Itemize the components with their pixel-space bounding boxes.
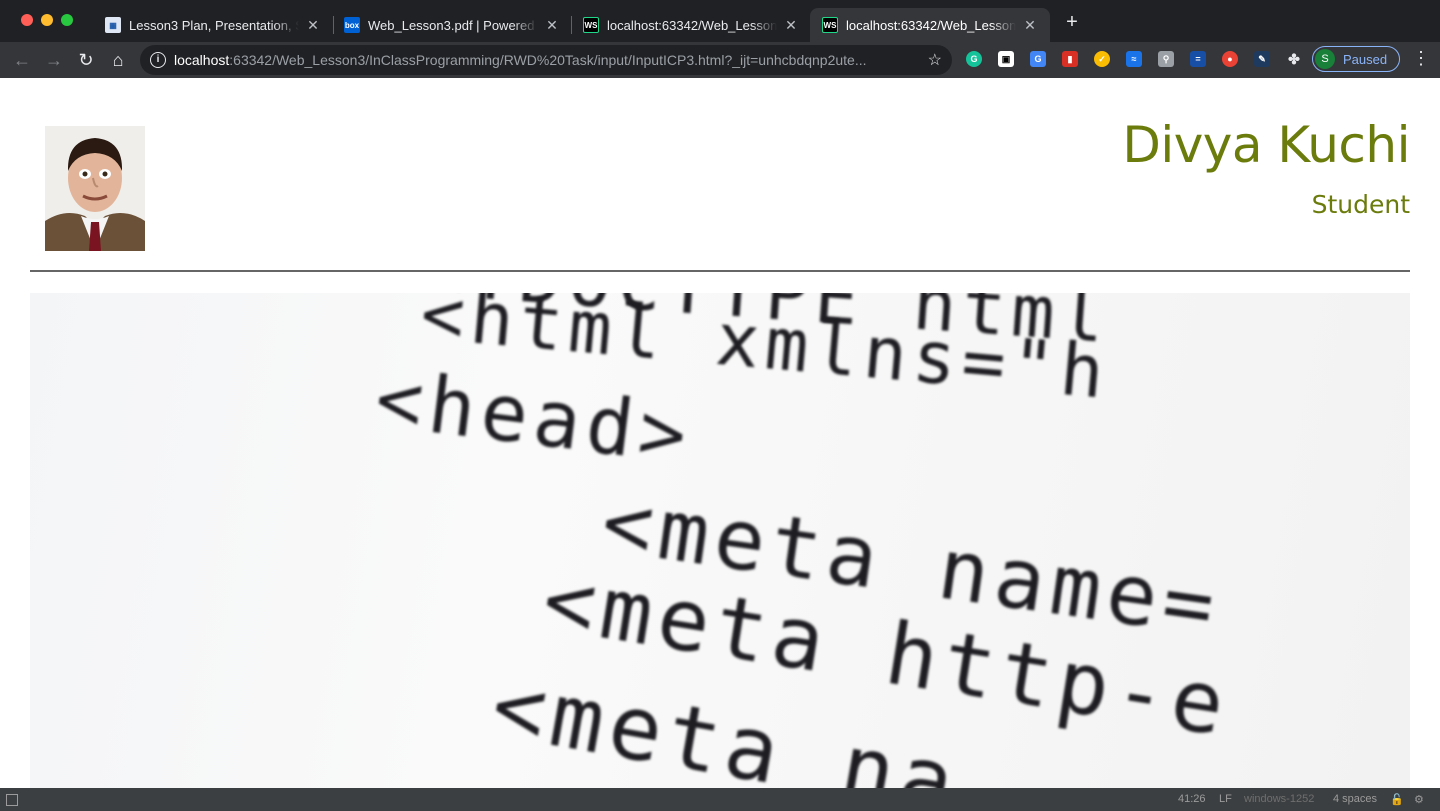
puzzle-tool-icon[interactable]: ⚲ — [1158, 51, 1174, 67]
page-viewport: Divya Kuchi Student <!DOCTYPE html <html… — [0, 78, 1440, 788]
indent-setting[interactable]: 4 spaces — [1333, 793, 1377, 805]
webstorm-icon: WS — [583, 17, 599, 33]
profile-button[interactable]: S Paused — [1312, 46, 1400, 72]
close-tab-icon[interactable]: ✕ — [783, 17, 799, 34]
url-text[interactable]: localhost:63342/Web_Lesson3/InClassProgr… — [174, 52, 914, 68]
header-divider — [30, 270, 1410, 272]
home-icon[interactable]: ⌂ — [106, 48, 130, 72]
url-path: :63342/Web_Lesson3/InClassProgramming/RW… — [229, 52, 867, 68]
bookmark-extension-icon[interactable]: ▮ — [1062, 51, 1078, 67]
browser-menu-icon[interactable]: ⋮ — [1412, 48, 1430, 69]
tab-title: Lesson3 Plan, Presentation, So — [129, 17, 299, 33]
caret-position[interactable]: 41:26 — [1178, 793, 1206, 805]
minimize-window-button[interactable] — [41, 14, 53, 26]
close-tab-icon[interactable]: ✕ — [1022, 17, 1038, 34]
google-translate-icon[interactable]: G — [1030, 51, 1046, 67]
student-name-heading: Divya Kuchi — [1122, 116, 1410, 174]
file-encoding[interactable]: windows-1252 — [1244, 793, 1314, 805]
waves-extension-icon[interactable]: ≈ — [1126, 51, 1142, 67]
close-tab-icon[interactable]: ✕ — [305, 17, 321, 34]
lock-icon[interactable]: 🔓 — [1390, 793, 1404, 806]
tab-title: localhost:63342/Web_LessonS — [846, 17, 1016, 33]
student-role: Student — [1311, 190, 1410, 219]
umkc-icon: ▦ — [105, 17, 121, 33]
close-tab-icon[interactable]: ✕ — [544, 17, 560, 34]
tab-web-lesson3-pdf[interactable]: box Web_Lesson3.pdf | Powered by ✕ — [332, 8, 572, 42]
panel-toggle-icon[interactable] — [6, 794, 18, 806]
avatar: S — [1315, 49, 1335, 69]
close-window-button[interactable] — [21, 14, 33, 26]
draw-extension-icon[interactable]: ✎ — [1254, 51, 1270, 67]
site-info-icon[interactable]: i — [150, 52, 166, 68]
back-icon[interactable]: ← — [10, 48, 34, 72]
webstorm-icon: WS — [822, 17, 838, 33]
browser-tab-bar: ▦ Lesson3 Plan, Presentation, So ✕ box W… — [0, 0, 1440, 42]
record-extension-icon[interactable]: ● — [1222, 51, 1238, 67]
profile-photo — [45, 126, 145, 251]
tab-title: localhost:63342/Web_Lesson3 — [607, 17, 777, 33]
profile-status: Paused — [1343, 51, 1388, 67]
new-tab-button[interactable]: + — [1062, 12, 1082, 32]
tab-lesson3-plan[interactable]: ▦ Lesson3 Plan, Presentation, So ✕ — [93, 8, 333, 42]
maximize-window-button[interactable] — [61, 14, 73, 26]
tab-localhost-1[interactable]: WS localhost:63342/Web_Lesson3 ✕ — [571, 8, 811, 42]
box-icon: box — [344, 17, 360, 33]
grammarly-icon[interactable]: G — [966, 51, 982, 67]
list-extension-icon[interactable]: = — [1190, 51, 1206, 67]
hero-image: <!DOCTYPE html <html xmlns="h <head> <me… — [30, 293, 1410, 788]
ide-status-bar: 41:26 LF windows-1252 4 spaces 🔓 ⚙ — [0, 788, 1440, 811]
bookmark-star-icon[interactable]: ☆ — [928, 50, 942, 70]
tab-manager-icon[interactable]: ▣ — [998, 51, 1014, 67]
chrome-extension-icon[interactable]: ✓ — [1094, 51, 1110, 67]
url-host: localhost — [174, 52, 230, 68]
tab-title: Web_Lesson3.pdf | Powered by — [368, 17, 538, 33]
address-bar[interactable]: i localhost:63342/Web_Lesson3/InClassPro… — [140, 45, 952, 75]
extensions-puzzle-icon[interactable]: ✤ — [1286, 51, 1302, 67]
reload-icon[interactable]: ↻ — [74, 48, 98, 72]
forward-icon[interactable]: → — [42, 48, 66, 72]
inspector-icon[interactable]: ⚙ — [1414, 793, 1424, 806]
tab-localhost-active[interactable]: WS localhost:63342/Web_LessonS ✕ — [810, 8, 1050, 42]
line-ending[interactable]: LF — [1219, 793, 1232, 805]
